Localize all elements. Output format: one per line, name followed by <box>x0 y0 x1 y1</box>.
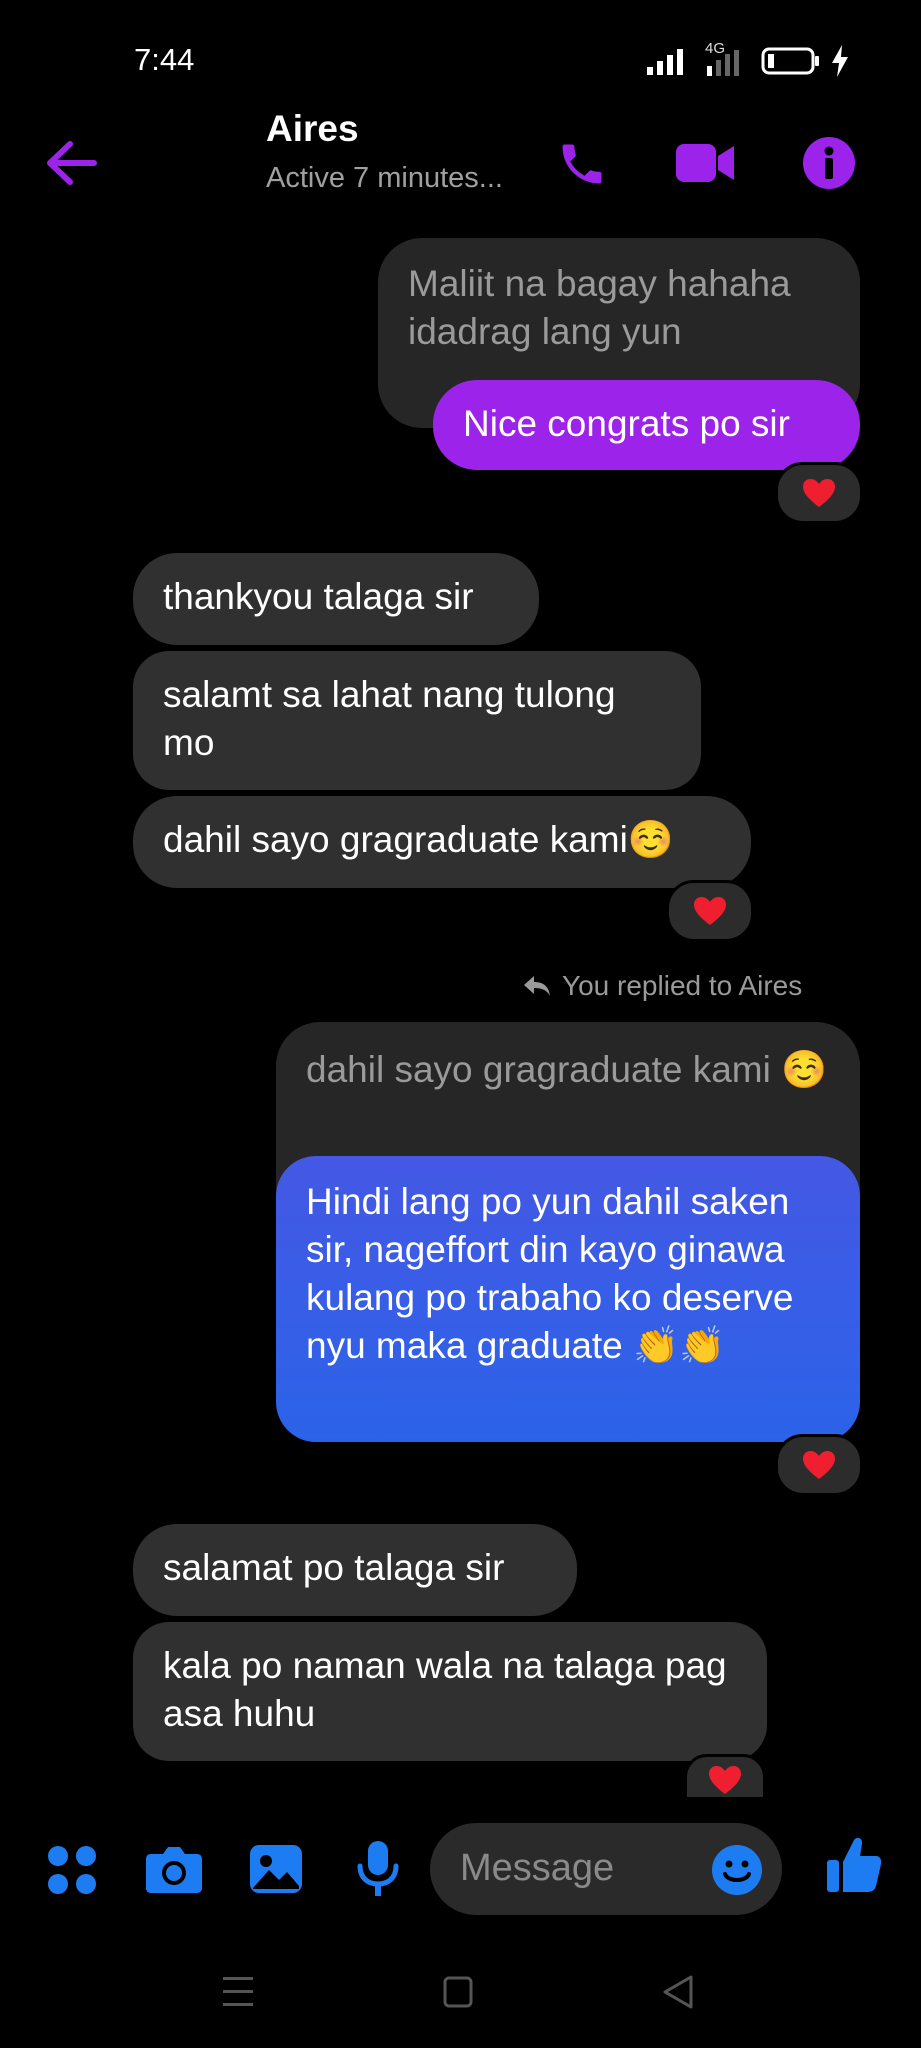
status-icons: 4G <box>647 40 849 78</box>
reply-arrow-icon <box>524 976 550 996</box>
network-indicator: 4G <box>697 40 751 78</box>
contact-name[interactable]: Aires <box>266 108 359 150</box>
heart-icon <box>803 479 835 507</box>
gallery-icon[interactable] <box>249 1844 303 1894</box>
home-nav-icon[interactable] <box>443 1976 473 2008</box>
received-message[interactable]: dahil sayo gragraduate kami☺️ <box>133 796 751 888</box>
thumbs-up-icon[interactable] <box>826 1836 882 1894</box>
emoji-icon[interactable] <box>711 1844 763 1896</box>
back-arrow-icon[interactable] <box>46 140 98 186</box>
heart-icon <box>694 897 726 925</box>
charging-icon <box>832 45 848 77</box>
back-nav-icon[interactable] <box>662 1975 694 2009</box>
sent-message[interactable]: Hindi lang po yun dahil saken sir, nagef… <box>276 1156 860 1442</box>
battery-icon <box>761 47 819 75</box>
apps-menu-icon[interactable] <box>47 1845 97 1895</box>
received-message[interactable]: salamt sa lahat nang tulong mo <box>133 651 701 790</box>
microphone-icon[interactable] <box>356 1840 400 1898</box>
camera-icon[interactable] <box>145 1844 203 1894</box>
sent-message[interactable]: Nice congrats po sir <box>433 380 860 470</box>
received-message[interactable]: salamat po talaga sir <box>133 1524 577 1616</box>
received-message[interactable]: thankyou talaga sir <box>133 553 539 645</box>
received-message[interactable]: kala po naman wala na talaga pag asa huh… <box>133 1622 767 1761</box>
reaction-badge[interactable] <box>775 462 863 524</box>
status-time: 7:44 <box>134 42 195 77</box>
reply-note: You replied to Aires <box>522 970 802 1002</box>
message-placeholder: Message <box>460 1847 615 1889</box>
reaction-badge[interactable] <box>684 1754 766 1800</box>
active-status: Active 7 minutes... <box>266 162 503 194</box>
heart-icon <box>709 1766 741 1794</box>
heart-icon <box>803 1451 835 1479</box>
video-call-icon[interactable] <box>674 140 736 186</box>
info-icon[interactable] <box>802 136 856 190</box>
menu-nav-icon[interactable] <box>222 1974 254 2010</box>
signal-icon <box>647 49 683 75</box>
phone-icon[interactable] <box>556 138 608 190</box>
reaction-badge[interactable] <box>775 1434 863 1496</box>
reaction-badge[interactable] <box>666 880 754 942</box>
